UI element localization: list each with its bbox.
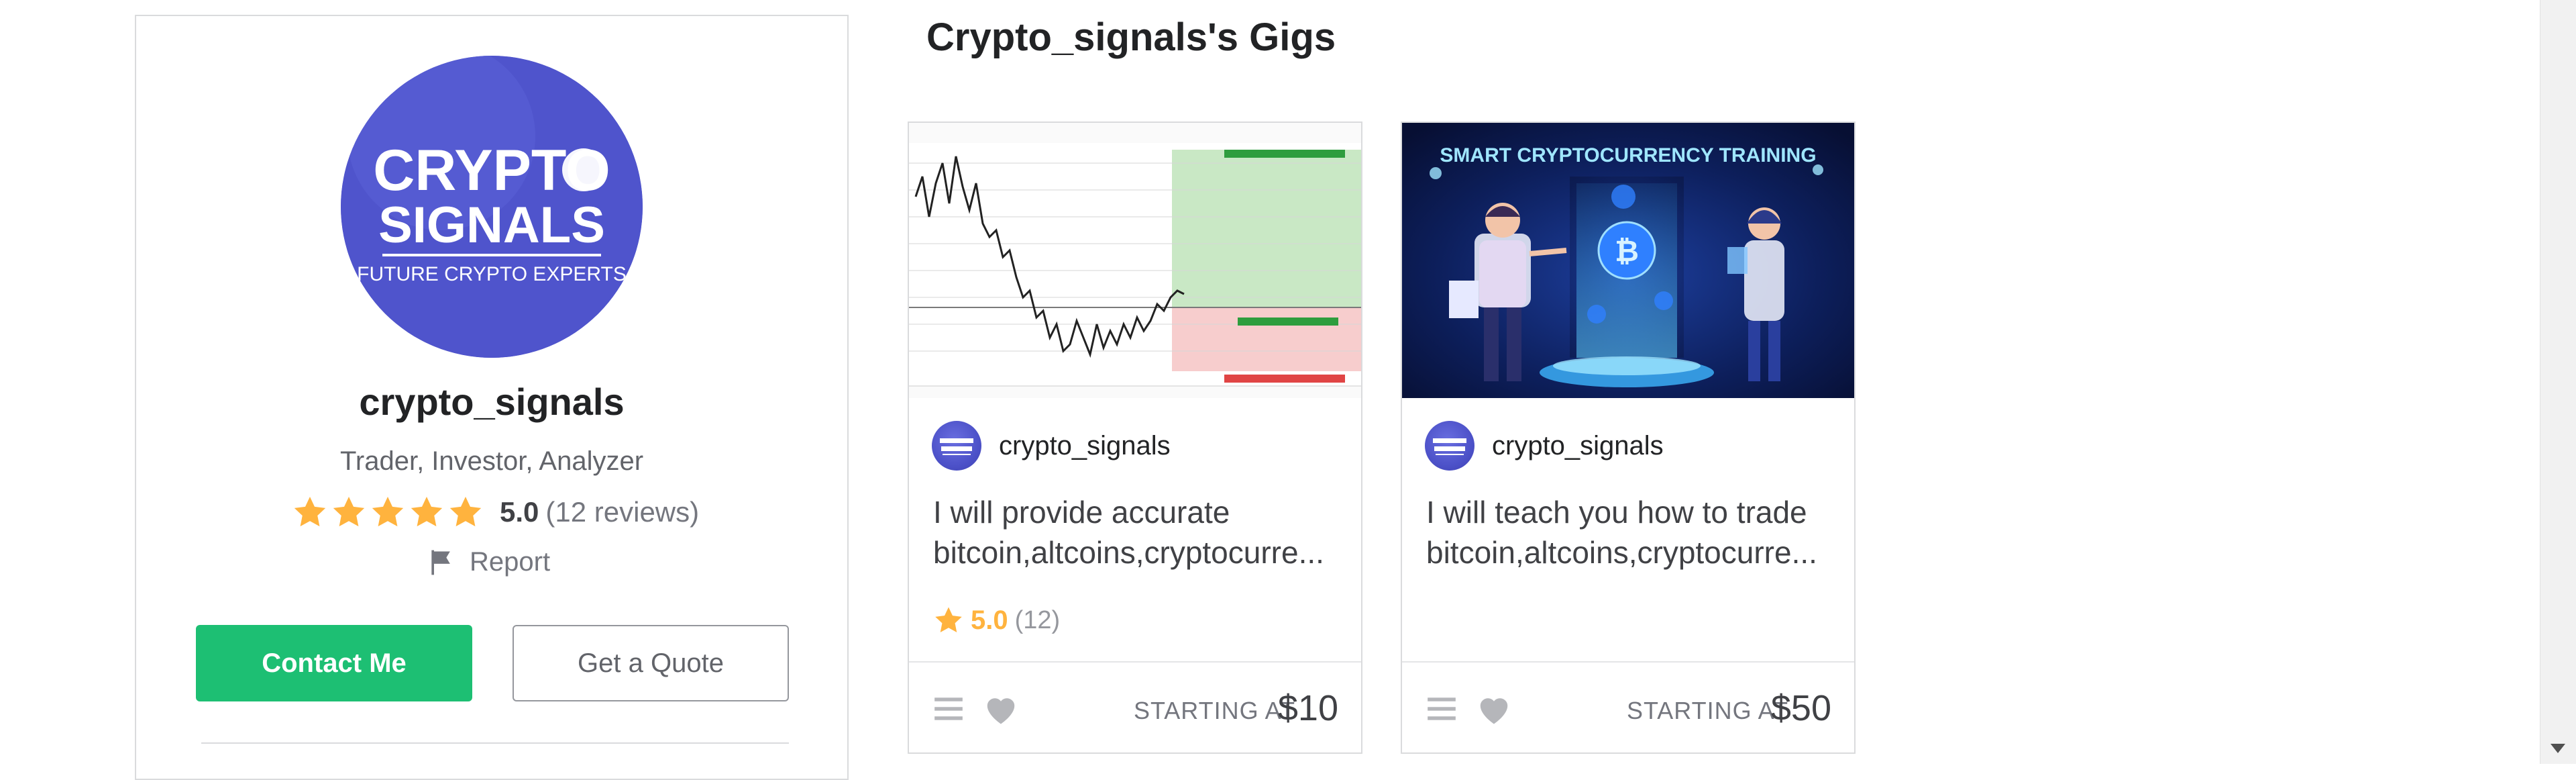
gig-seller[interactable]: crypto_signals <box>1425 421 1664 471</box>
get-a-quote-button[interactable]: Get a Quote <box>513 625 789 701</box>
crypto-signals-logo <box>940 438 973 455</box>
gig-rating-score: 5.0 <box>971 605 1008 635</box>
star-icon <box>333 497 365 527</box>
svg-text:FUTURE CRYPTO EXPERTS: FUTURE CRYPTO EXPERTS <box>357 263 627 285</box>
star-icon <box>294 497 326 527</box>
list-menu-icon[interactable] <box>932 692 965 726</box>
seller-avatar-small <box>932 421 981 471</box>
gig-rating: 5.0 (12) <box>933 605 1060 636</box>
vertical-scrollbar[interactable] <box>2540 0 2576 764</box>
gig-rating-count: (12) <box>1014 605 1061 634</box>
svg-text:SIGNALS: SIGNALS <box>378 197 605 254</box>
review-count[interactable]: (12 reviews) <box>545 496 699 528</box>
star-icon <box>372 497 404 527</box>
trading-chart-image <box>909 123 1361 398</box>
star-icon <box>411 497 443 527</box>
contact-me-button[interactable]: Contact Me <box>196 625 472 701</box>
crypto-training-image: SMART CRYPTOCURRENCY TRAINING ₿ <box>1402 123 1854 398</box>
star-icon <box>935 607 962 633</box>
divider <box>909 661 1361 663</box>
seller-avatar[interactable]: CRYPTO SIGNALS FUTURE CRYPTO EXPERTS <box>341 56 643 358</box>
svg-text:₿: ₿ <box>1615 235 1639 268</box>
gig-price[interactable]: $10 <box>1278 687 1338 730</box>
crypto-signals-logo <box>1433 438 1466 455</box>
gig-thumbnail-training[interactable]: SMART CRYPTOCURRENCY TRAINING ₿ <box>1402 123 1854 398</box>
gig-card[interactable]: crypto_signals I will provide accurate b… <box>908 121 1362 754</box>
gig-title[interactable]: I will teach you how to trade bitcoin,al… <box>1426 492 1835 573</box>
heart-icon[interactable] <box>1476 692 1512 726</box>
gigs-section-title: Crypto_signals's Gigs <box>926 15 1336 59</box>
divider <box>1402 661 1854 663</box>
star-icon <box>449 497 482 527</box>
gig-price[interactable]: $50 <box>1771 687 1831 730</box>
gig-title[interactable]: I will provide accurate bitcoin,altcoins… <box>933 492 1342 573</box>
gig-thumbnail-chart[interactable] <box>909 123 1361 398</box>
seller-avatar-small <box>1425 421 1474 471</box>
list-menu-icon[interactable] <box>1425 692 1458 726</box>
gig-card[interactable]: SMART CRYPTOCURRENCY TRAINING ₿ crypto_s… <box>1401 121 1856 754</box>
seller-tagline: Trader, Investor, Analyzer <box>339 446 644 476</box>
report-label: Report <box>470 547 551 577</box>
svg-text:SMART CRYPTOCURRENCY TRAINING: SMART CRYPTOCURRENCY TRAINING <box>1440 144 1816 166</box>
flag-icon <box>431 550 450 575</box>
report-link[interactable]: Report <box>427 547 550 577</box>
scroll-down-arrow-icon[interactable] <box>2549 742 2567 755</box>
starting-at-label: STARTING AT <box>1626 697 1788 724</box>
seller-rating[interactable]: 5.0 (12 reviews) <box>292 492 699 532</box>
crypto-signals-logo: CRYPTO SIGNALS FUTURE CRYPTO EXPERTS <box>341 56 643 358</box>
star-rating <box>292 494 484 530</box>
divider <box>201 742 789 744</box>
seller-name[interactable]: crypto_signals <box>999 431 1171 461</box>
seller-username[interactable]: crypto_signals <box>135 380 849 424</box>
starting-at-label: STARTING AT <box>1133 697 1295 724</box>
gig-seller[interactable]: crypto_signals <box>932 421 1171 471</box>
heart-icon[interactable] <box>983 692 1019 726</box>
rating-score: 5.0 <box>500 496 539 528</box>
seller-name[interactable]: crypto_signals <box>1492 431 1664 461</box>
